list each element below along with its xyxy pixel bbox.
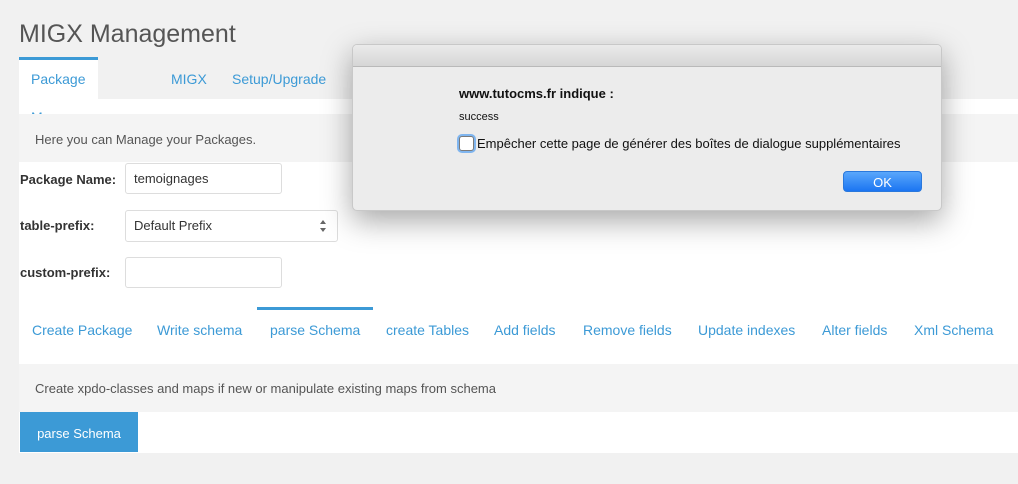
section-description-bar: Create xpdo-classes and maps if new or m…	[19, 364, 1018, 412]
table-prefix-select[interactable]: Default Prefix	[125, 210, 338, 242]
table-prefix-label: table-prefix:	[20, 218, 95, 233]
tab-package-manager[interactable]: Package Manager	[19, 57, 99, 125]
tab-update-indexes[interactable]: Update indexes	[698, 307, 795, 350]
package-name-input[interactable]	[125, 163, 282, 194]
tab-parse-schema[interactable]: parse Schema	[257, 307, 374, 350]
section-description: Create xpdo-classes and maps if new or m…	[35, 381, 496, 396]
dialog-heading: www.tutocms.fr indique :	[459, 86, 614, 101]
tab-add-fields[interactable]: Add fields	[494, 307, 555, 350]
alert-dialog: www.tutocms.fr indique : success Empêche…	[352, 44, 942, 211]
tab-setup-upgrade[interactable]: Setup/Upgrade	[232, 57, 326, 99]
custom-prefix-input[interactable]	[125, 257, 282, 288]
tab-create-package[interactable]: Create Package	[32, 307, 132, 350]
tab-create-tables[interactable]: create Tables	[386, 307, 469, 350]
tab-remove-fields[interactable]: Remove fields	[583, 307, 672, 350]
ok-button[interactable]: OK	[843, 171, 922, 192]
tab-write-schema[interactable]: Write schema	[157, 307, 242, 350]
table-prefix-value: Default Prefix	[134, 218, 213, 233]
tab-alter-fields[interactable]: Alter fields	[822, 307, 887, 350]
tab-xml-schema[interactable]: Xml Schema	[914, 307, 993, 350]
suppress-dialogs-label[interactable]: Empêcher cette page de générer des boîte…	[477, 136, 901, 151]
dialog-titlebar[interactable]	[353, 45, 941, 67]
sub-tabs: Create Package Write schema parse Schema…	[19, 307, 1018, 350]
custom-prefix-label: custom-prefix:	[20, 265, 111, 280]
package-name-label: Package Name:	[20, 172, 117, 187]
dialog-message: success	[459, 111, 499, 123]
tab-migx[interactable]: MIGX	[171, 57, 207, 99]
select-arrows-icon	[320, 220, 326, 232]
parse-schema-button[interactable]: parse Schema	[20, 412, 138, 452]
page-title: MIGX Management	[19, 20, 236, 48]
suppress-dialogs-checkbox[interactable]	[459, 136, 474, 151]
intro-text: Here you can Manage your Packages.	[35, 132, 257, 147]
